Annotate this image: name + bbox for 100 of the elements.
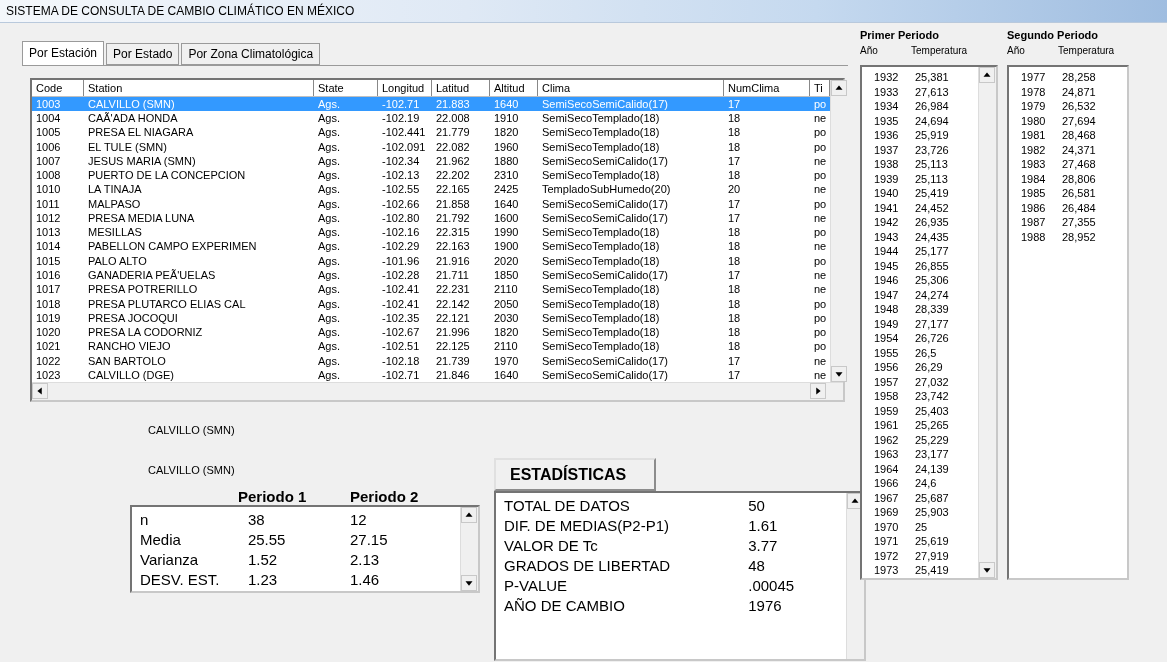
- list-cell-text: 1972: [874, 549, 900, 562]
- table-cell-text: PRESA MEDIA LUNA: [87, 211, 196, 224]
- list-cell-text: 50: [748, 496, 766, 514]
- column-header[interactable]: Longitud: [378, 80, 432, 96]
- table-cell-text: -102.55: [381, 183, 421, 196]
- table-cell-text: -102.71: [381, 97, 421, 110]
- list-cell-text: 25,113: [915, 158, 949, 171]
- list-cell-text: 1937: [874, 143, 900, 156]
- table-cell-text: ne: [813, 368, 828, 381]
- table-cell-text: 1016: [35, 269, 62, 281]
- table-cell-text: SemiSecoTemplado(18): [541, 283, 661, 296]
- list-cell-text: AÑO DE CAMBIO: [504, 596, 626, 614]
- list-cell-text: 25,619: [915, 535, 950, 548]
- list-cell-text: 27,613: [915, 85, 950, 98]
- table-cell-text: 18: [727, 311, 742, 324]
- station-row[interactable]: 1004 CAÃ'ADA HONDA Ags. -102.19 22.008 1910 SemiSecoTemplado(18) 18 ne: [32, 110, 830, 126]
- station-row[interactable]: 1011 MALPASO Ags. -102.66 21.858 1640 SemiSecoSemiCalido(17) 17 po: [32, 196, 830, 211]
- table-cell-text: po: [813, 326, 828, 339]
- table-cell-text: SemiSecoSemiCalido(17): [541, 197, 669, 210]
- list-cell-text: Varianza: [140, 550, 200, 568]
- list-cell-text: 25,381: [915, 71, 950, 84]
- table-cell-text: 18: [727, 254, 742, 267]
- list-cell-text: 26,855: [915, 259, 950, 272]
- table-cell-text: 1023: [35, 368, 62, 381]
- column-header[interactable]: Code: [32, 80, 84, 96]
- station-row[interactable]: 1005 PRESA EL NIAGARA Ags. -102.441 21.779 1820 SemiSecoTemplado(18) 18 po: [32, 125, 830, 140]
- table-cell-text: 2425: [493, 183, 520, 196]
- station-row[interactable]: 1012 PRESA MEDIA LUNA Ags. -102.80 21.792 1600 SemiSecoSemiCalido(17) 17 ne: [32, 210, 830, 226]
- station-row[interactable]: 1006 EL TULE (SMN) Ags. -102.091 22.082 1960 SemiSecoTemplado(18) 18 po: [32, 139, 830, 154]
- table-cell-text: SemiSecoTemplado(18): [541, 311, 661, 324]
- list-cell-text: 24,435: [915, 230, 950, 243]
- table-cell-text: 21.779: [435, 126, 471, 139]
- column-header[interactable]: State: [314, 80, 378, 96]
- table-cell-text: PALO ALTO: [87, 254, 148, 267]
- column-header[interactable]: Latitud: [432, 80, 490, 96]
- station-row[interactable]: 1014 PABELLON CAMPO EXPERIMEN Ags. -102.29 22.163 1900 SemiSecoTemplado(18) 18 ne: [32, 239, 830, 254]
- station-row[interactable]: 1016 GANADERIA PEÃ'UELAS Ags. -102.28 21.711 1850 SemiSecoSemiCalido(17) 17 ne: [32, 267, 830, 283]
- table-cell-text: po: [813, 140, 828, 153]
- list-cell-text: 25,306: [915, 274, 950, 287]
- period-title: Segundo Periodo: [1007, 29, 1100, 43]
- list-cell-text: 1981: [1021, 129, 1047, 142]
- table-cell-text: 22.121: [435, 311, 471, 324]
- table-cell-text: Ags.: [317, 297, 341, 310]
- station-row[interactable]: 1019 PRESA JOCOQUI Ags. -102.35 22.121 2030 SemiSecoTemplado(18) 18 po: [32, 310, 830, 325]
- column-header[interactable]: NumClima: [724, 80, 810, 96]
- station-row[interactable]: 1010 LA TINAJA Ags. -102.55 22.165 2425 TempladoSubHumedo(20) 20 ne: [32, 182, 830, 197]
- table-cell-text: SemiSecoTemplado(18): [541, 126, 661, 139]
- table-cell-text: 18: [727, 297, 742, 310]
- tab[interactable]: Por Estación: [22, 41, 105, 65]
- station-row[interactable]: 1023 CALVILLO (DGE) Ags. -102.71 21.846 1640 SemiSecoSemiCalido(17) 17 ne: [32, 367, 830, 382]
- column-header: Temperatura: [1058, 45, 1116, 58]
- table-cell-text: 1640: [493, 368, 520, 381]
- column-header[interactable]: Clima: [538, 80, 724, 96]
- list-cell-text: 1.52: [247, 550, 279, 568]
- table-cell-text: 21.846: [435, 368, 471, 381]
- statistics-button[interactable]: ESTADÍSTICAS: [494, 458, 656, 491]
- table-cell-text: PRESA LA CODORNIZ: [87, 326, 204, 339]
- column-header[interactable]: Station: [84, 80, 314, 96]
- tab[interactable]: Por Zona Climatológica: [181, 43, 321, 65]
- table-cell-text: -102.66: [381, 197, 421, 210]
- list-cell-text: 1932: [874, 71, 900, 84]
- table-cell-text: ne: [813, 240, 828, 253]
- table-cell-text: PABELLON CAMPO EXPERIMEN: [87, 240, 258, 253]
- table-cell-text: ne: [813, 283, 828, 296]
- table-cell-text: 2020: [493, 254, 520, 267]
- station-row[interactable]: 1017 PRESA POTRERILLO Ags. -102.41 22.231 2110 SemiSecoTemplado(18) 18 ne: [32, 282, 830, 297]
- list-cell-text: 1935: [874, 114, 900, 127]
- table-cell-text: Ags.: [317, 240, 341, 253]
- column-header[interactable]: Altitud: [490, 80, 538, 96]
- table-cell-text: 1014: [35, 240, 62, 253]
- list-cell-text: 1962: [874, 433, 900, 446]
- table-cell-text: 21.858: [435, 197, 471, 210]
- list-cell-text: 1967: [874, 491, 900, 504]
- table-cell-text: PRESA PLUTARCO ELIAS CAL: [87, 297, 247, 310]
- list-cell-text: 24,694: [915, 114, 950, 127]
- tab[interactable]: Por Estado: [106, 43, 180, 65]
- station-row[interactable]: 1020 PRESA LA CODORNIZ Ags. -102.67 21.996 1820 SemiSecoTemplado(18) 18 po: [32, 324, 830, 340]
- table-cell-text: SemiSecoSemiCalido(17): [541, 368, 669, 381]
- station-row[interactable]: 1008 PUERTO DE LA CONCEPCION Ags. -102.13 22.202 2310 SemiSecoTemplado(18) 18 po: [32, 168, 830, 183]
- column-header: Año: [860, 45, 879, 58]
- table-cell-text: PUERTO DE LA CONCEPCION: [87, 169, 247, 182]
- table-cell-text: 2110: [493, 340, 519, 353]
- table-cell-text: Ags.: [317, 368, 341, 381]
- station-row[interactable]: 1021 RANCHO VIEJO Ags. -102.51 22.125 2110 SemiSecoTemplado(18) 18 po: [32, 339, 830, 354]
- station-row[interactable]: 1013 MESILLAS Ags. -102.16 22.315 1990 SemiSecoTemplado(18) 18 po: [32, 225, 830, 240]
- list-cell-text: 25,687: [915, 491, 950, 504]
- list-cell-text: 25,419: [915, 564, 950, 577]
- list-cell-text: 1973: [874, 564, 900, 577]
- table-cell-text: ne: [813, 112, 828, 125]
- list-cell-text: 1936: [874, 129, 900, 142]
- station-row[interactable]: 1007 JESUS MARIA (SMN) Ags. -102.34 21.962 1880 SemiSecoSemiCalido(17) 17 ne: [32, 153, 830, 168]
- station-row[interactable]: 1022 SAN BARTOLO Ags. -102.18 21.739 1970 SemiSecoSemiCalido(17) 17 ne: [32, 353, 830, 368]
- station-row[interactable]: 1018 PRESA PLUTARCO ELIAS CAL Ags. -102.41 22.142 2050 SemiSecoTemplado(18) 18 po: [32, 296, 830, 311]
- station-row[interactable]: 1015 PALO ALTO Ags. -101.96 21.916 2020 SemiSecoTemplado(18) 18 po: [32, 253, 830, 268]
- table-cell-text: PRESA JOCOQUI: [87, 311, 179, 324]
- list-cell-text: 1938: [874, 158, 900, 171]
- table-cell-text: MALPASO: [87, 197, 142, 210]
- table-cell-text: po: [813, 97, 828, 110]
- list-cell-text: 28,806: [1062, 172, 1097, 185]
- table-cell-text: SemiSecoTemplado(18): [541, 140, 661, 153]
